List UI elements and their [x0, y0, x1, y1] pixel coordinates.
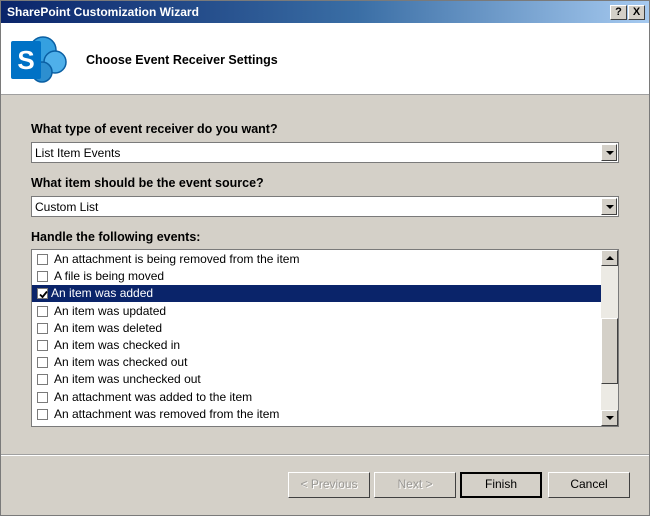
receiver-type-select[interactable]: List Item Events — [31, 142, 619, 163]
event-source-value: Custom List — [35, 200, 99, 214]
close-button[interactable]: X — [628, 5, 645, 20]
event-checkbox[interactable] — [37, 340, 48, 351]
event-checkbox[interactable] — [37, 357, 48, 369]
event-list-item[interactable]: An item was checked in — [32, 337, 602, 354]
event-label: An attachment is being removed from the … — [54, 252, 300, 266]
event-list-item[interactable]: An item was added — [32, 285, 602, 303]
event-list-item[interactable]: An item was unchecked out — [32, 371, 602, 388]
event-list-item[interactable]: A file is being moved — [32, 268, 602, 285]
event-checkbox[interactable] — [37, 254, 48, 265]
receiver-type-value: List Item Events — [35, 146, 121, 160]
scroll-up-icon[interactable] — [601, 250, 618, 266]
scroll-thumb[interactable] — [601, 318, 618, 384]
window-title: SharePoint Customization Wizard — [7, 5, 199, 19]
event-label: An attachment was removed from the item — [54, 406, 280, 421]
previous-button[interactable]: < Previous — [288, 472, 370, 498]
event-list-item[interactable]: An attachment is being removed from the … — [32, 251, 602, 268]
sharepoint-logo-icon: S — [9, 35, 71, 85]
receiver-type-label: What type of event receiver do you want? — [31, 122, 278, 136]
footer-divider — [1, 454, 649, 456]
event-label: An item was updated — [54, 303, 167, 318]
event-checkbox[interactable] — [37, 322, 48, 334]
event-label: An item was unchecked out — [54, 372, 201, 387]
svg-text:S: S — [17, 45, 34, 75]
event-source-select[interactable]: Custom List — [31, 196, 619, 217]
event-checkbox[interactable] — [37, 271, 48, 283]
event-list-item[interactable]: An attachment was removed from the item — [32, 406, 602, 423]
event-label: An item was deleted — [54, 320, 163, 335]
event-checkbox[interactable] — [37, 391, 48, 403]
title-bar[interactable]: SharePoint Customization Wizard ? X — [1, 1, 649, 23]
event-checkbox[interactable] — [37, 408, 48, 420]
event-list-item[interactable]: An attachment was added to the item — [32, 389, 602, 406]
wizard-window: SharePoint Customization Wizard ? X S Ch… — [0, 0, 650, 516]
event-checkbox[interactable] — [37, 374, 48, 386]
checkmark-icon[interactable] — [37, 288, 48, 300]
event-list-item[interactable]: An item was deleted — [32, 320, 602, 337]
event-list-item[interactable]: An item was checked out — [32, 354, 602, 371]
chevron-down-icon[interactable] — [601, 198, 617, 215]
event-source-label: What item should be the event source? — [31, 176, 264, 190]
events-label: Handle the following events: — [31, 230, 201, 244]
scroll-down-icon[interactable] — [601, 410, 618, 426]
chevron-down-icon[interactable] — [601, 144, 617, 161]
event-label: A file is being moved — [54, 269, 165, 284]
event-list-item[interactable]: An item was updated — [32, 303, 602, 320]
wizard-header: S Choose Event Receiver Settings — [1, 23, 649, 95]
event-label: An item was checked out — [54, 355, 188, 370]
event-label: An item was added — [51, 286, 154, 301]
help-button[interactable]: ? — [610, 5, 627, 20]
cancel-button[interactable]: Cancel — [548, 472, 630, 498]
events-listbox[interactable]: An attachment is being removed from the … — [31, 249, 619, 427]
event-label: An attachment was added to the item — [54, 389, 253, 404]
finish-button[interactable]: Finish — [460, 472, 542, 498]
event-checkbox[interactable] — [37, 305, 48, 317]
event-label: An item was checked in — [54, 338, 181, 352]
next-button[interactable]: Next > — [374, 472, 456, 498]
page-heading: Choose Event Receiver Settings — [86, 53, 278, 67]
events-scrollbar[interactable] — [601, 250, 618, 426]
